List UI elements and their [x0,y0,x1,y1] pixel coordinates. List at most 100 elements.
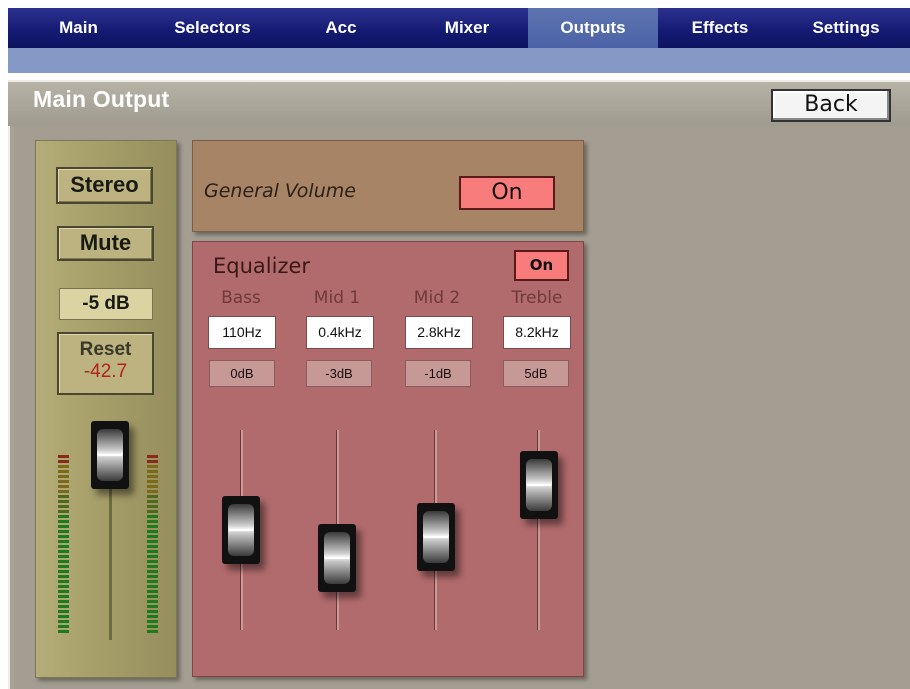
meter-segment [58,630,69,633]
meter-segment [147,530,158,533]
meter-segment [147,615,158,618]
meter-segment [58,590,69,593]
tab-selectors[interactable]: Selectors [149,8,276,48]
meter-segment [147,595,158,598]
meter-segment [58,570,69,573]
meter-segment [58,615,69,618]
freq-field-mid1[interactable]: 0.4kHz [306,316,374,349]
meter-segment [58,595,69,598]
meter-segment [147,465,158,468]
meter-segment [58,525,69,528]
back-button[interactable]: Back [771,89,891,122]
meter-segment [58,625,69,628]
meter-segment [147,580,158,583]
fader-knob-mid1[interactable] [318,524,356,592]
tab-outputs[interactable]: Outputs [528,8,658,48]
band-name-mid1: Mid 1 [313,288,361,308]
meter-segment [58,605,69,608]
reset-label: Reset [79,339,132,360]
band-name-mid2: Mid 2 [413,288,461,308]
meter-segment [147,585,158,588]
meter-segment [58,475,69,478]
master-fader-track [109,480,112,640]
meter-segment [58,545,69,548]
meter-segment [147,490,158,493]
meter-segment [58,495,69,498]
meter-segment [147,590,158,593]
meter-segment [147,460,158,463]
meter-segment [58,470,69,473]
band-name-bass: Bass [221,288,261,308]
meter-segment [58,600,69,603]
general-volume-label: General Volume [204,180,356,202]
meter-segment [58,620,69,623]
meter-segment [58,535,69,538]
freq-field-bass[interactable]: 110Hz [208,316,276,349]
meter-segment [58,560,69,563]
meter-segment [147,560,158,563]
fader-knob-mid2[interactable] [417,503,455,571]
meter-segment [58,540,69,543]
gain-display-mid2: -1dB [405,360,471,387]
freq-field-mid2[interactable]: 2.8kHz [405,316,473,349]
stereo-button[interactable]: Stereo [56,167,153,204]
tab-acc[interactable]: Acc [276,8,406,48]
meter-segment [58,460,69,463]
meter-segment [58,575,69,578]
tab-main[interactable]: Main [8,8,149,48]
meter-segment [147,555,158,558]
meter-segment [147,565,158,568]
meter-segment [147,525,158,528]
meter-segment [147,550,158,553]
meter-segment [147,630,158,633]
master-level-display: -5 dB [59,288,153,320]
fader-knob-bass[interactable] [222,496,260,564]
meter-segment [58,515,69,518]
meter-segment [147,600,158,603]
meter-segment [58,580,69,583]
reset-value: -42.7 [83,361,128,382]
gain-display-mid1: -3dB [306,360,372,387]
meter-segment [147,540,158,543]
meter-segment [147,570,158,573]
level-meter-right [147,455,158,635]
freq-field-treble[interactable]: 8.2kHz [503,316,571,349]
meter-segment [147,505,158,508]
meter-segment [147,575,158,578]
meter-segment [58,565,69,568]
reset-button[interactable]: Reset -42.7 [57,332,154,395]
meter-segment [58,455,69,458]
meter-segment [58,520,69,523]
meter-segment [147,510,158,513]
meter-segment [58,555,69,558]
meter-segment [147,455,158,458]
meter-segment [147,470,158,473]
equalizer-toggle[interactable]: On [514,250,569,281]
fader-knob-treble[interactable] [520,451,558,519]
general-volume-toggle[interactable]: On [459,176,555,210]
meter-segment [147,475,158,478]
meter-segment [58,505,69,508]
gain-display-bass: 0dB [209,360,275,387]
tab-effects[interactable]: Effects [658,8,782,48]
meter-segment [58,465,69,468]
meter-segment [147,605,158,608]
meter-segment [147,535,158,538]
tab-settings[interactable]: Settings [782,8,910,48]
meter-segment [58,510,69,513]
meter-segment [147,545,158,548]
meter-segment [147,625,158,628]
meter-segment [58,530,69,533]
tab-mixer[interactable]: Mixer [406,8,528,48]
mute-button[interactable]: Mute [57,226,154,261]
meter-segment [147,485,158,488]
meter-segment [147,520,158,523]
meter-segment [58,480,69,483]
gain-display-treble: 5dB [503,360,569,387]
meter-segment [147,620,158,623]
meter-segment [58,490,69,493]
master-fader-knob[interactable] [91,421,129,489]
meter-segment [147,500,158,503]
page-title: Main Output [33,86,170,112]
meter-segment [58,500,69,503]
